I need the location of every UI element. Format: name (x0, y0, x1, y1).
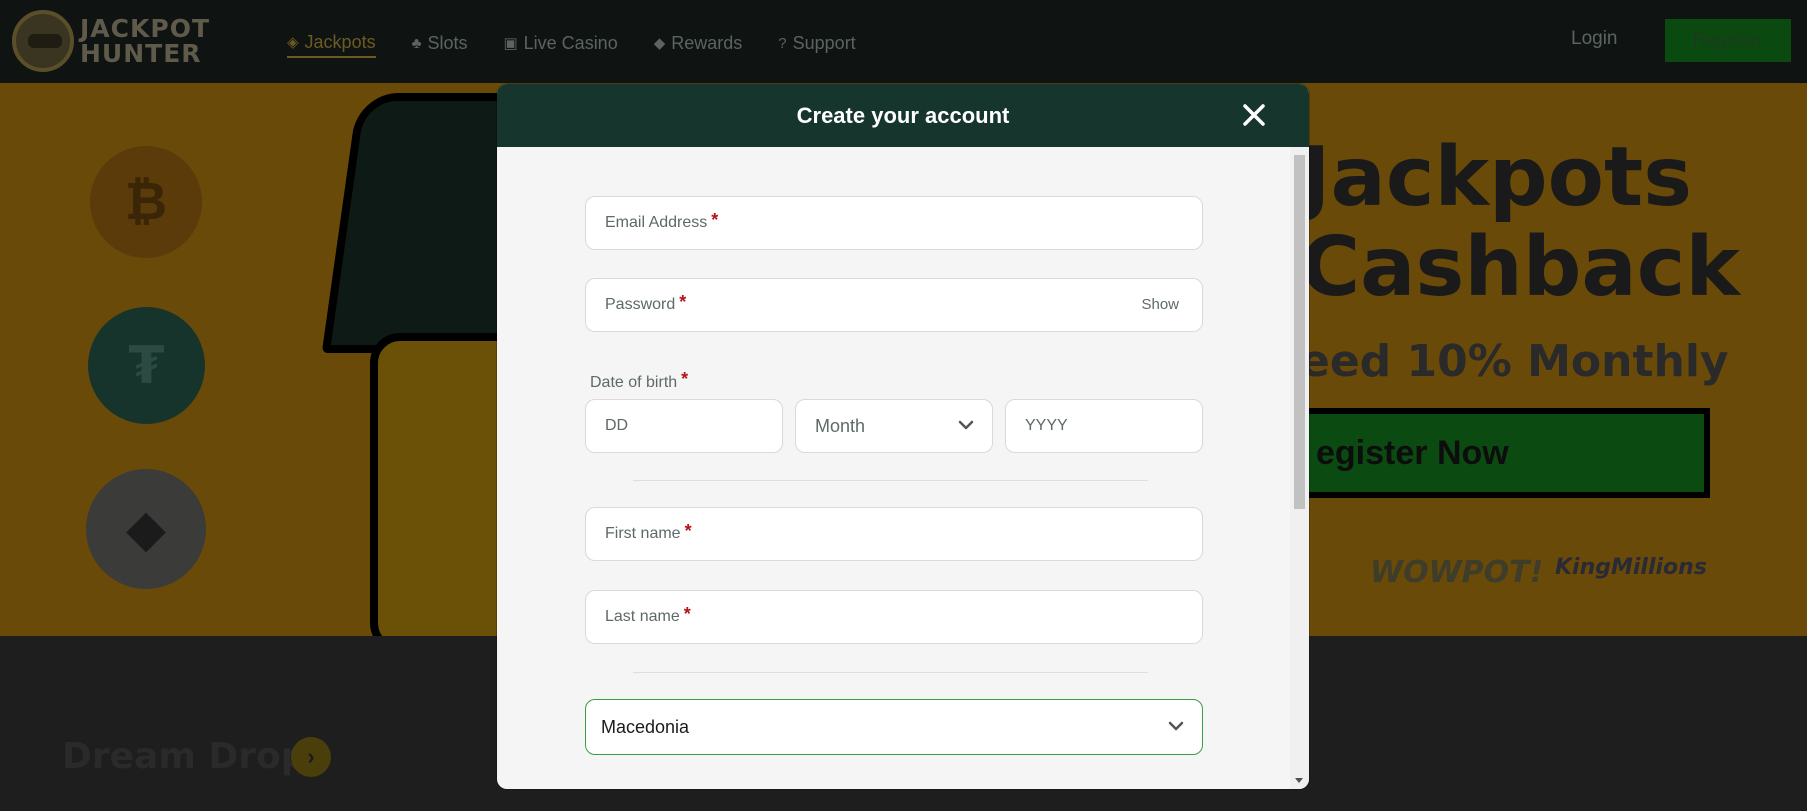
create-account-modal: Create your account Email Address * Pass… (497, 84, 1309, 789)
ethereum-icon: ◆ (86, 469, 206, 589)
email-field[interactable]: Email Address * (585, 196, 1203, 250)
top-navigation-bar: JACKPOT HUNTER ◈ Jackpots ♣ Slots ▣ Live… (0, 0, 1807, 83)
modal-header: Create your account (497, 84, 1309, 147)
last-name-label: Last name (605, 608, 680, 625)
form-divider (633, 672, 1148, 673)
dob-label: Date of birth * (590, 369, 689, 391)
show-password-toggle[interactable]: Show (1141, 296, 1179, 313)
chevron-down-icon (958, 420, 974, 430)
chevron-right-icon[interactable]: › (291, 737, 331, 777)
dob-year-placeholder: YYYY (1025, 417, 1068, 434)
required-marker: * (679, 291, 687, 312)
slots-icon: ♣ (411, 34, 422, 52)
country-value: Macedonia (601, 716, 690, 737)
provider-logo-wowpot: WOWPOT! (1370, 555, 1544, 590)
first-name-label: First name (605, 525, 681, 542)
dob-month-select[interactable]: Month (795, 399, 993, 453)
required-marker: * (684, 520, 692, 541)
required-marker: * (683, 603, 691, 624)
dob-month-placeholder: Month (815, 415, 866, 436)
brand-name: JACKPOT HUNTER (80, 14, 210, 68)
section-title: Dream Drop (62, 736, 307, 777)
form-divider (633, 480, 1148, 481)
first-name-field[interactable]: First name * (585, 507, 1203, 561)
last-name-field[interactable]: Last name * (585, 590, 1203, 644)
nav-item-label: Live Casino (523, 32, 618, 53)
password-label: Password (605, 296, 676, 313)
scrollbar-thumb[interactable] (1294, 155, 1305, 509)
nav-item-slots[interactable]: ♣ Slots (412, 28, 468, 58)
promo-title: Jackpots Cashback (1300, 130, 1740, 315)
dob-year-input[interactable]: YYYY (1005, 399, 1203, 453)
diamond-icon: ◈ (287, 34, 299, 51)
nav-item-label: Support (792, 32, 856, 53)
nav-item-label: Slots (427, 32, 468, 53)
question-icon: ? (778, 34, 787, 52)
chevron-down-icon (1168, 721, 1184, 731)
scroll-down-arrow-icon[interactable] (1295, 778, 1303, 783)
nav-item-jackpots[interactable]: ◈ Jackpots (287, 28, 376, 58)
tether-icon: ₮ (88, 307, 205, 424)
brand-logo[interactable]: JACKPOT HUNTER (12, 10, 210, 72)
dob-day-input[interactable]: DD (585, 399, 783, 453)
tag-icon: ◆ (653, 35, 666, 52)
register-now-button[interactable]: egister Now (1290, 408, 1710, 498)
register-button[interactable]: Register (1665, 19, 1791, 62)
nav-item-label: Rewards (671, 32, 743, 53)
dob-day-placeholder: DD (605, 417, 629, 434)
country-select[interactable]: Macedonia (585, 699, 1203, 755)
nav-item-rewards[interactable]: ◆ Rewards (654, 28, 743, 58)
provider-logo-kingmillions: KingMillions (1555, 555, 1707, 580)
registration-form: Email Address * Password * Show Date of … (497, 147, 1290, 789)
nav-item-label: Jackpots (304, 31, 376, 52)
login-link[interactable]: Login (1571, 28, 1618, 50)
modal-scrollbar[interactable] (1290, 147, 1309, 789)
hunter-mascot-icon (12, 10, 74, 72)
required-marker: * (711, 209, 719, 230)
main-nav: ◈ Jackpots ♣ Slots ▣ Live Casino ◆ Rewar… (287, 28, 856, 58)
bitcoin-icon: ₿ (90, 146, 202, 258)
modal-title: Create your account (796, 102, 1010, 128)
close-icon[interactable] (1240, 101, 1268, 129)
email-label: Email Address (605, 214, 708, 231)
password-field[interactable]: Password * Show (585, 278, 1203, 332)
promo-subtitle: eed 10% Monthly (1300, 336, 1729, 387)
nav-item-support[interactable]: ? Support (778, 28, 855, 58)
nav-item-live-casino[interactable]: ▣ Live Casino (503, 28, 617, 58)
live-casino-icon: ▣ (503, 35, 518, 52)
required-marker: * (681, 369, 689, 389)
